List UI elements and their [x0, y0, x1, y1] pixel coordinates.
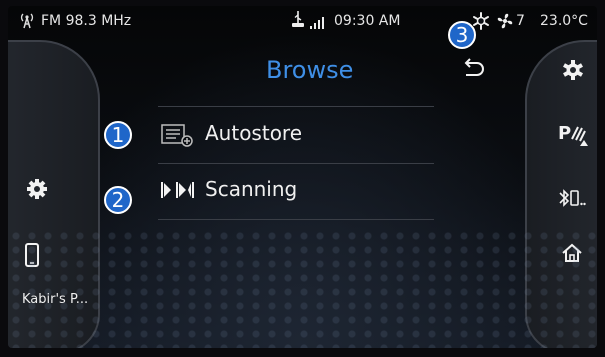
temperature-value: 23.0°C: [540, 13, 588, 29]
annotation-badge-2: 2: [104, 186, 132, 214]
fan-icon: [496, 12, 514, 34]
divider: [158, 219, 434, 220]
climate-icon[interactable]: [562, 59, 584, 85]
back-arrow-icon[interactable]: [462, 58, 486, 82]
scan-icon: [161, 179, 195, 205]
radio-antenna-icon: [18, 11, 36, 33]
annotation-badge-3: 3: [448, 21, 476, 49]
bluetooth-phone-icon[interactable]: [558, 186, 586, 214]
status-bar: FM 98.3 MHz 09:30 AM 7 23.0°C: [8, 6, 597, 36]
parking-assist-icon[interactable]: P: [558, 121, 588, 151]
home-icon[interactable]: [561, 242, 583, 268]
page-title: Browse: [266, 56, 354, 84]
phone-icon[interactable]: [25, 243, 39, 271]
annotation-badge-1: 1: [104, 121, 132, 149]
svg-text:P: P: [558, 123, 571, 144]
infotainment-screen: FM 98.3 MHz 09:30 AM 7 23.0°C Kabir's P.…: [8, 6, 597, 348]
radio-station-label: FM 98.3 MHz: [41, 13, 132, 29]
autostore-list-icon: [161, 123, 195, 151]
fan-speed-value: 7: [516, 13, 525, 29]
list-item-scanning[interactable]: Scanning: [158, 163, 434, 219]
autostore-label: Autostore: [205, 121, 303, 145]
signal-strength-icon: [310, 17, 326, 33]
usb-icon: [291, 10, 305, 32]
settings-gear-icon[interactable]: [26, 178, 48, 204]
phone-device-label[interactable]: Kabir's P...: [22, 292, 88, 307]
list-item-autostore[interactable]: Autostore: [158, 107, 434, 163]
clock: 09:30 AM: [334, 13, 401, 29]
scanning-label: Scanning: [205, 177, 298, 201]
